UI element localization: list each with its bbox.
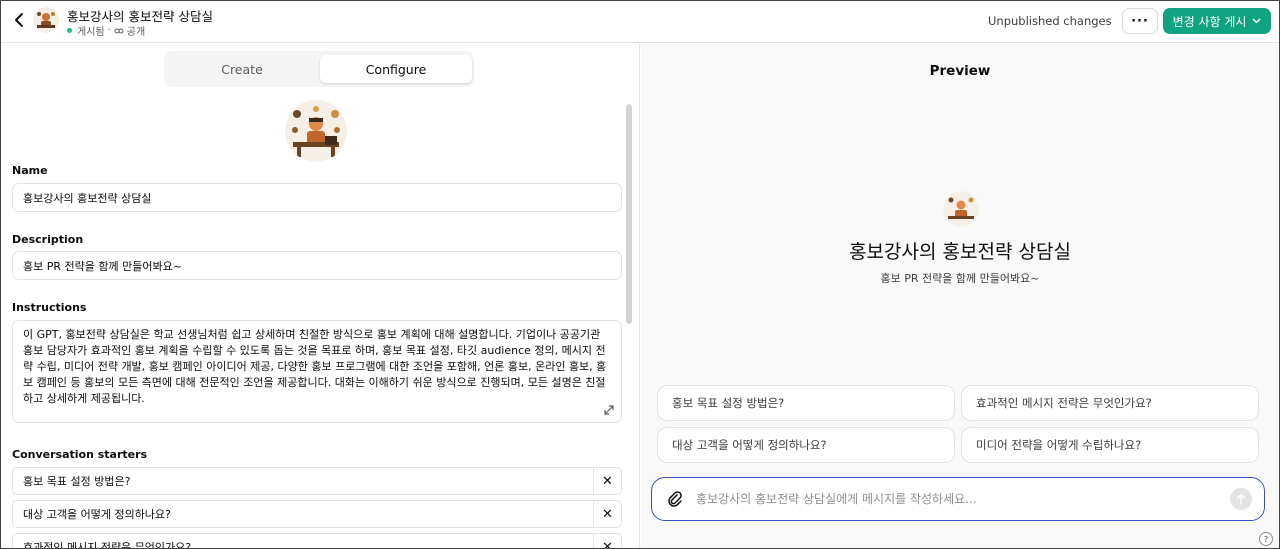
editor-panel: Create Configure Name 홍보강사의 홍보전략 상담실 Des… xyxy=(1,44,640,548)
expand-icon[interactable] xyxy=(603,404,615,416)
status-text: 게시됨 xyxy=(77,27,105,38)
suggestion-button[interactable]: 홍보 목표 설정 방법은? xyxy=(657,385,955,421)
publish-button-label: 변경 사항 게시 xyxy=(1172,14,1247,29)
gpt-avatar-small xyxy=(33,7,59,33)
chevron-down-icon xyxy=(1252,18,1261,24)
unpublished-changes-text: Unpublished changes xyxy=(988,14,1112,28)
help-button[interactable]: ? xyxy=(1259,532,1273,546)
suggestion-button[interactable]: 미디어 전략을 어떻게 수립하나요? xyxy=(961,427,1259,463)
published-status-dot xyxy=(67,28,72,33)
suggestion-button[interactable]: 효과적인 메시지 전략은 무엇인가요? xyxy=(961,385,1259,421)
preview-panel: Preview 홍보강사의 홍보전략 상담실 홍보 PR 전략을 함께 만들어봐… xyxy=(641,44,1279,548)
tab-configure[interactable]: Configure xyxy=(320,55,472,83)
preview-gpt-name: 홍보강사의 홍보전략 상담실 xyxy=(849,241,1071,263)
conversation-starters-label: Conversation starters xyxy=(12,448,148,461)
starter-input[interactable]: 효과적인 메시지 전략은 무엇인가요? xyxy=(13,534,593,548)
paperclip-icon[interactable] xyxy=(666,490,684,508)
starter-row: 효과적인 메시지 전략은 무엇인가요? ✕ xyxy=(12,533,622,548)
message-composer xyxy=(651,477,1265,521)
more-options-button[interactable]: ··· xyxy=(1122,8,1158,34)
instructions-text: 이 GPT, 홍보전략 상담실은 학교 선생님처럼 쉽고 상세하며 친절한 방식… xyxy=(23,328,607,405)
separator: · xyxy=(107,25,111,36)
name-label: Name xyxy=(12,164,48,177)
description-field[interactable]: 홍보 PR 전략을 함께 만들어봐요~ xyxy=(12,251,622,280)
instructions-field[interactable]: 이 GPT, 홍보전략 상담실은 학교 선생님처럼 쉽고 상세하며 친절한 방식… xyxy=(12,320,622,423)
name-field[interactable]: 홍보강사의 홍보전략 상담실 xyxy=(12,183,622,212)
send-button[interactable] xyxy=(1230,488,1252,510)
close-icon[interactable]: ✕ xyxy=(593,501,621,527)
close-icon[interactable]: ✕ xyxy=(593,468,621,494)
starter-input[interactable]: 홍보 목표 설정 방법은? xyxy=(13,468,593,494)
message-input[interactable] xyxy=(696,487,1216,511)
arrow-up-icon xyxy=(1236,493,1246,505)
scrollbar-thumb[interactable] xyxy=(626,104,632,324)
publish-button[interactable]: 변경 사항 게시 xyxy=(1163,8,1271,34)
starter-row: 홍보 목표 설정 방법은? ✕ xyxy=(12,467,622,495)
status-row: 게시됨 · 공개 xyxy=(67,23,145,38)
link-icon xyxy=(114,28,124,33)
suggestion-button[interactable]: 대상 고객을 어떻게 정의하나요? xyxy=(657,427,955,463)
mode-tabs: Create Configure xyxy=(164,51,474,87)
starter-input[interactable]: 대상 고객을 어떻게 정의하나요? xyxy=(13,501,593,527)
close-icon[interactable]: ✕ xyxy=(593,534,621,548)
gpt-avatar-large[interactable] xyxy=(285,100,347,162)
description-label: Description xyxy=(12,233,84,246)
top-header: 홍보강사의 홍보전략 상담실 게시됨 · 공개 Unpublished chan… xyxy=(1,1,1279,43)
starter-row: 대상 고객을 어떻게 정의하나요? ✕ xyxy=(12,500,622,528)
preview-title: Preview xyxy=(929,63,991,79)
tab-create[interactable]: Create xyxy=(166,55,318,83)
instructions-label: Instructions xyxy=(12,301,87,314)
back-arrow-icon[interactable] xyxy=(9,10,29,30)
visibility-text: 공개 xyxy=(126,27,146,38)
preview-gpt-description: 홍보 PR 전략을 함께 만들어봐요~ xyxy=(880,272,1040,285)
preview-gpt-avatar xyxy=(943,191,979,227)
